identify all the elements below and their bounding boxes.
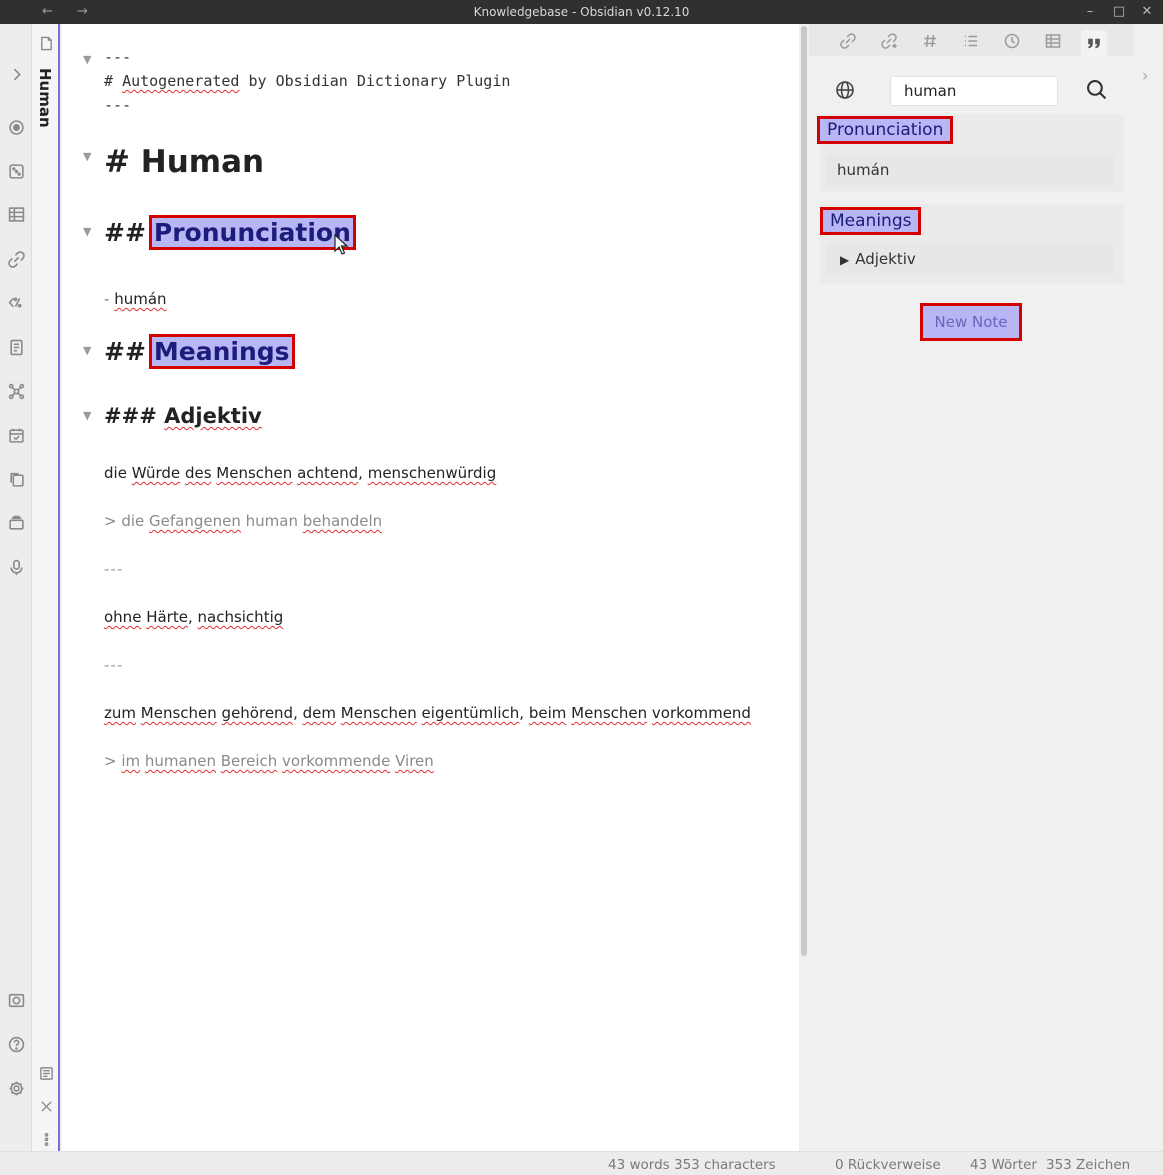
meanings-card-title: Meanings: [819, 207, 922, 235]
frontmatter-close: ---: [104, 96, 132, 114]
heading-meanings: ## Meanings: [104, 334, 295, 369]
graph-view-icon[interactable]: [6, 381, 26, 401]
example-quote-1: > die Gefangenen human behandeln: [104, 512, 383, 530]
document-icon[interactable]: [6, 337, 26, 357]
vault-icon[interactable]: [6, 990, 26, 1010]
dice-icon[interactable]: [6, 161, 26, 181]
tab-dictionary-quote-icon[interactable]: [1081, 30, 1107, 56]
tab-backlinks-icon[interactable]: [835, 30, 861, 52]
ribbon: [0, 24, 32, 1151]
fold-arrow-icon[interactable]: ▼: [83, 150, 91, 163]
file-icon[interactable]: [37, 34, 55, 52]
right-panel-tabs: [809, 24, 1134, 56]
chevron-right-icon[interactable]: ›: [1142, 66, 1148, 85]
char-count-de: 353 Zeichen: [1046, 1157, 1131, 1173]
tab-tags-icon[interactable]: [917, 30, 943, 52]
tab-outline-icon[interactable]: [958, 30, 984, 52]
copy-icon[interactable]: [6, 469, 26, 489]
heading-pronunciation: ## Pronunciation: [104, 215, 356, 250]
mouse-cursor-icon: [334, 234, 349, 255]
pronunciation-card-value: humán: [826, 154, 1114, 186]
tab-outgoing-links-icon[interactable]: [876, 30, 902, 52]
microphone-icon[interactable]: [6, 557, 26, 577]
meanings-item-adjektiv[interactable]: ▶ Adjektiv: [826, 243, 1114, 275]
new-note-button[interactable]: New Note: [920, 303, 1022, 341]
collapse-right-sidebar[interactable]: ›: [1134, 24, 1163, 1151]
word-character-count: 43 words 353 characters: [608, 1157, 776, 1173]
heading-adjektiv: ### Adjektiv: [104, 404, 262, 428]
obsidian-window: ← → Knowledgebase - Obsidian v0.12.10 – …: [0, 0, 1163, 1175]
templater-icon[interactable]: [6, 292, 26, 312]
search-icon[interactable]: [1086, 79, 1110, 103]
highlight-pronunciation: Pronunciation: [148, 215, 356, 250]
frontmatter-open: ---: [104, 48, 132, 66]
fold-arrow-icon[interactable]: ▼: [83, 344, 91, 357]
separator: ---: [104, 560, 124, 578]
separator: ---: [104, 656, 124, 674]
meaning-1: die Würde des Menschen achtend, menschen…: [104, 464, 497, 482]
dictionary-search-input[interactable]: [890, 76, 1058, 106]
language-globe-icon[interactable]: [835, 80, 857, 102]
meaning-3: zum Menschen gehörend, dem Menschen eige…: [104, 704, 751, 722]
tab-table-icon[interactable]: [1040, 30, 1066, 52]
calendar-icon[interactable]: [6, 425, 26, 445]
minimize-button[interactable]: –: [1080, 0, 1100, 24]
close-window-button[interactable]: ✕: [1137, 0, 1157, 24]
tab-recent-icon[interactable]: [999, 30, 1025, 52]
maximize-button[interactable]: □: [1109, 0, 1129, 24]
scrollbar-thumb[interactable]: [801, 26, 807, 956]
window-title: Knowledgebase - Obsidian v0.12.10: [473, 5, 690, 19]
close-tab-icon[interactable]: [37, 1097, 55, 1115]
pronunciation-card-title: Pronunciation: [816, 116, 954, 144]
status-bar: 43 words 353 characters 0 Rückverweise 4…: [0, 1151, 1163, 1175]
disclosure-triangle-icon[interactable]: ▶: [840, 253, 849, 267]
tab-human[interactable]: Human: [36, 68, 54, 128]
table-icon[interactable]: [6, 204, 26, 224]
editor-scrollbar[interactable]: [799, 24, 809, 1151]
collapsed-tab-strip: Human: [32, 24, 60, 1151]
word-count-de: 43 Wörter: [970, 1157, 1037, 1173]
reading-view-icon[interactable]: [37, 1064, 55, 1082]
settings-gear-icon[interactable]: [6, 1078, 26, 1098]
link-icon[interactable]: [6, 249, 26, 269]
fold-arrow-icon[interactable]: ▼: [83, 225, 91, 238]
help-icon[interactable]: [6, 1034, 26, 1054]
highlight-meanings: Meanings: [148, 334, 295, 369]
meanings-card: Meanings ▶ Adjektiv: [819, 204, 1124, 284]
expand-sidebar-icon[interactable]: [6, 64, 26, 84]
heading-human: # Human: [104, 144, 265, 180]
example-quote-3: > im humanen Bereich vorkommende Viren: [104, 752, 434, 770]
pronunciation-item: - humán: [104, 290, 167, 308]
fold-arrow-icon[interactable]: ▼: [83, 53, 91, 66]
backlinks-count[interactable]: 0 Rückverweise: [835, 1157, 941, 1173]
frontmatter-comment: # Autogenerated by Obsidian Dictionary P…: [104, 72, 511, 90]
title-bar: ← → Knowledgebase - Obsidian v0.12.10 – …: [0, 0, 1163, 24]
fold-arrow-icon[interactable]: ▼: [83, 409, 91, 422]
pronunciation-card: Pronunciation humán: [816, 114, 1124, 192]
meaning-2: ohne Härte, nachsichtig: [104, 608, 284, 626]
markdown-editor[interactable]: ▼ --- # Autogenerated by Obsidian Dictio…: [62, 24, 799, 1151]
slides-icon[interactable]: [6, 513, 26, 533]
record-icon[interactable]: [6, 117, 26, 137]
more-options-icon[interactable]: [37, 1130, 55, 1148]
dictionary-panel: Pronunciation humán Meanings ▶Adjektiv N…: [809, 24, 1134, 1151]
